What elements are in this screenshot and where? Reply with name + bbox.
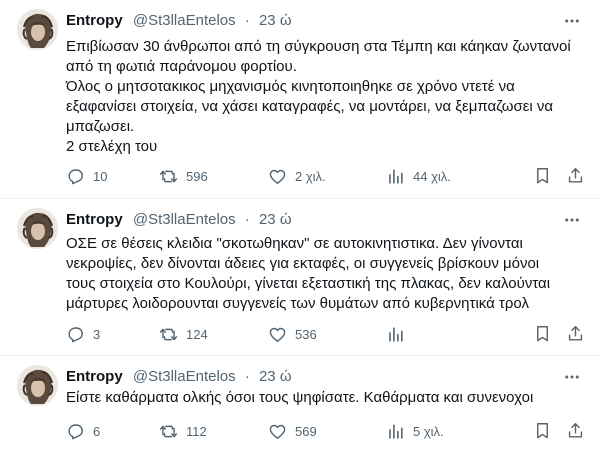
more-dots-icon[interactable]	[563, 211, 581, 229]
repost-icon	[159, 328, 178, 340]
timestamp[interactable]: 23 ώ	[259, 368, 292, 385]
tweet-header: Entropy @St3llaEntelos · 23 ώ	[66, 368, 561, 386]
reply-count: 3	[93, 326, 101, 342]
tweet-text: Επιβίωσαν 30 άνθρωποι από τη σύγκρουση σ…	[66, 37, 583, 157]
tweet-text: Είστε καθάρματα ολκής όσοι τους ψηφίσατε…	[66, 388, 583, 408]
repost-icon	[159, 425, 178, 437]
reply-icon	[68, 423, 83, 439]
views-count: 44 χιλ.	[413, 168, 451, 184]
author-handle[interactable]: @St3llaEntelos	[133, 211, 236, 228]
like-count: 2 χιλ.	[295, 168, 326, 184]
tweet-text-line: από τη φωτιά παράνομου φορτίου.	[66, 58, 297, 75]
tweet-text-line: εξαφανίσει στοιχεία, να χάσει καταγραφές…	[66, 98, 554, 115]
separator-dot: ·	[244, 12, 250, 29]
like-count: 536	[295, 326, 317, 342]
tweet-header: Entropy @St3llaEntelos · 23 ώ	[66, 12, 561, 30]
repost-count: 596	[186, 168, 208, 184]
avatar[interactable]	[17, 9, 58, 50]
views-count: 5 χιλ.	[413, 423, 444, 439]
more-dots-icon[interactable]	[563, 12, 581, 30]
like-button[interactable]: 536	[268, 323, 317, 345]
tweet-text-line: τους στοιχεία στο Κουλούρι, γίνεται εξετ…	[66, 275, 551, 292]
author-handle[interactable]: @St3llaEntelos	[133, 368, 236, 385]
tweet[interactable]: Entropy @St3llaEntelos · 23 ώ Είστε καθά…	[0, 356, 601, 456]
reply-button[interactable]: 3	[66, 323, 100, 345]
author-handle[interactable]: @St3llaEntelos	[133, 12, 236, 29]
repost-button[interactable]: 112	[159, 420, 207, 442]
repost-count: 112	[186, 423, 207, 439]
more-dots-icon[interactable]	[563, 368, 581, 386]
avatar[interactable]	[17, 208, 58, 249]
heart-icon	[269, 327, 286, 342]
repost-button[interactable]: 596	[159, 165, 208, 187]
repost-count: 124	[186, 326, 208, 342]
share-icon[interactable]	[566, 421, 585, 440]
tweet[interactable]: Entropy @St3llaEntelos · 23 ώ Επιβίωσαν …	[0, 0, 601, 199]
views-button[interactable]: 5 χιλ.	[386, 420, 444, 442]
tweet-text-line: μπαζωσει.	[66, 118, 135, 135]
tweet-actions: 6 112 569 5 χιλ.	[66, 420, 583, 442]
heart-icon	[269, 169, 286, 184]
author-name[interactable]: Entropy	[66, 368, 123, 385]
views-button[interactable]: 44 χιλ.	[386, 165, 451, 187]
separator-dot: ·	[244, 211, 250, 228]
share-icon[interactable]	[566, 324, 585, 343]
tweet-actions: 10 596 2 χιλ. 44 χιλ.	[66, 165, 583, 187]
tweet-text-line: Είστε καθάρματα ολκής όσοι τους ψηφίσατε…	[66, 389, 534, 406]
bookmark-icon[interactable]	[533, 421, 552, 440]
tweet-text-line: μάρτυρες λοιδορουνται συγγενείς των θυμά…	[66, 295, 529, 312]
like-button[interactable]: 569	[268, 420, 317, 442]
like-button[interactable]: 2 χιλ.	[268, 165, 326, 187]
reply-icon	[68, 168, 83, 184]
views-button[interactable]	[386, 323, 413, 345]
tweet-actions: 3 124 536	[66, 323, 583, 345]
separator-dot: ·	[244, 368, 250, 385]
reply-button[interactable]: 10	[66, 165, 107, 187]
timestamp[interactable]: 23 ώ	[259, 12, 292, 29]
bookmark-icon[interactable]	[533, 324, 552, 343]
share-icon[interactable]	[566, 166, 585, 185]
avatar[interactable]	[17, 365, 58, 406]
reply-button[interactable]: 6	[66, 420, 100, 442]
views-icon	[389, 168, 403, 184]
tweet-text-line: νεκροψίες, δεν δίνονται άδειες για εκταφ…	[66, 255, 540, 272]
repost-button[interactable]: 124	[159, 323, 208, 345]
tweet-text-line: Επιβίωσαν 30 άνθρωποι από τη σύγκρουση σ…	[66, 38, 571, 55]
tweet-text-line: 2 στελέχη του	[66, 138, 158, 155]
repost-icon	[159, 170, 178, 182]
views-icon	[389, 423, 403, 439]
heart-icon	[269, 424, 286, 439]
bookmark-icon[interactable]	[533, 166, 552, 185]
author-name[interactable]: Entropy	[66, 12, 123, 29]
like-count: 569	[295, 423, 317, 439]
reply-icon	[68, 326, 83, 342]
tweet-text-line: ΟΣΕ σε θέσεις κλειδια "σκοτωθηκαν" σε αυ…	[66, 235, 523, 252]
tweet-header: Entropy @St3llaEntelos · 23 ώ	[66, 211, 561, 229]
reply-count: 6	[93, 423, 101, 439]
timestamp[interactable]: 23 ώ	[259, 211, 292, 228]
reply-count: 10	[93, 168, 108, 184]
author-name[interactable]: Entropy	[66, 211, 123, 228]
tweet[interactable]: Entropy @St3llaEntelos · 23 ώ ΟΣΕ σε θέσ…	[0, 199, 601, 356]
views-icon	[389, 326, 403, 342]
tweet-text: ΟΣΕ σε θέσεις κλειδια "σκοτωθηκαν" σε αυ…	[66, 234, 583, 314]
tweet-text-line: Όλος ο μητσοτακικος μηχανισμός κινητοποι…	[66, 78, 515, 95]
